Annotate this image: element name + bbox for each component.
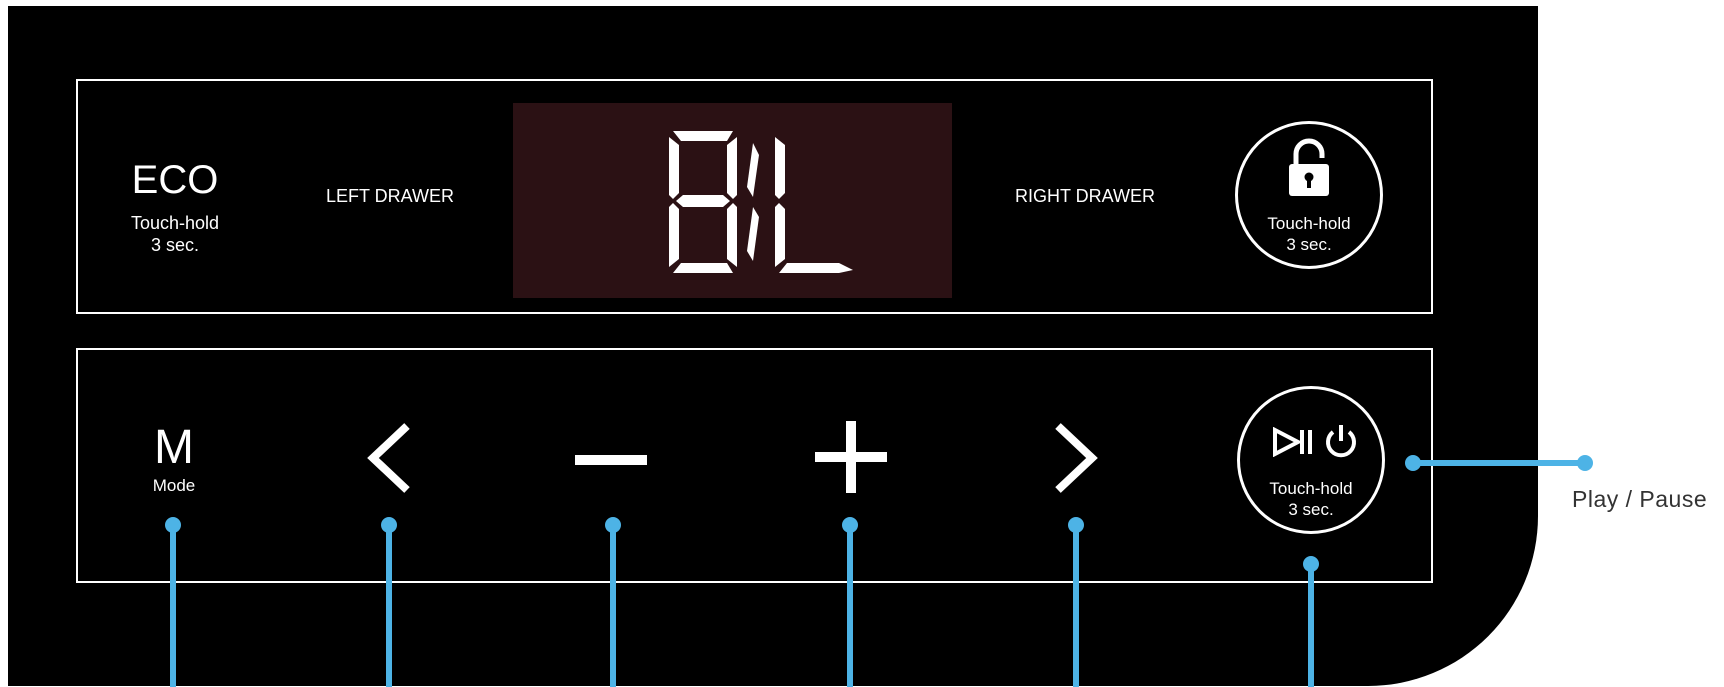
eco-button[interactable]: ECO Touch-hold 3 sec. [110, 150, 240, 270]
mode-label: Mode [152, 476, 196, 495]
play-pause-icon [1273, 427, 1312, 457]
minus-icon[interactable] [575, 455, 647, 467]
callout-dot-play-right-end [1577, 455, 1593, 471]
chevron-left-icon[interactable] [365, 423, 415, 493]
eco-hint-line1: Touch-hold [130, 213, 220, 233]
digit-display: 8L [513, 103, 952, 298]
callout-line-minus [610, 525, 616, 687]
callout-line-play-bottom [1308, 564, 1314, 687]
plus-icon[interactable] [815, 421, 887, 493]
chevron-right-icon[interactable] [1050, 423, 1100, 493]
right-drawer-label: RIGHT DRAWER [1014, 186, 1155, 206]
eco-label: ECO [131, 158, 219, 202]
lock-button[interactable]: Touch-hold 3 sec. [1235, 121, 1383, 269]
callout-line-plus [847, 525, 853, 687]
callout-line-prev [386, 525, 392, 687]
play-hint-line2: 3 sec. [1288, 500, 1334, 519]
eco-hint-line2: 3 sec. [150, 235, 200, 255]
lock-hint-line1: Touch-hold [1267, 214, 1351, 233]
unlock-icon [1289, 138, 1329, 196]
mode-button[interactable]: M Mode [130, 420, 218, 500]
play-pause-power-button[interactable]: Touch-hold 3 sec. [1237, 386, 1385, 534]
left-drawer-label: LEFT DRAWER [325, 186, 454, 206]
callout-line-play-right [1413, 460, 1585, 466]
power-icon [1326, 425, 1356, 458]
lock-hint-line2: 3 sec. [1286, 235, 1332, 254]
callout-line-next [1073, 525, 1079, 687]
mode-letter: M [154, 421, 194, 474]
controls-section [76, 348, 1433, 583]
play-hint-line1: Touch-hold [1269, 479, 1353, 498]
seven-segment-digits [669, 131, 853, 273]
play-pause-callout-label: Play / Pause [1572, 486, 1708, 512]
callout-line-mode [170, 525, 176, 687]
